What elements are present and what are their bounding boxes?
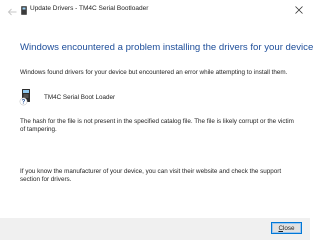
- window-close-button[interactable]: [290, 2, 308, 18]
- svg-text:?: ?: [22, 100, 26, 106]
- device-icon: [21, 6, 27, 15]
- dialog-footer: [0, 218, 310, 240]
- back-button[interactable]: [4, 4, 20, 20]
- device-warning-icon: ?: [19, 88, 33, 106]
- back-arrow-icon: [7, 8, 17, 16]
- close-button[interactable]: Close: [271, 222, 302, 234]
- hash-error-message: The hash for the file is not present in …: [20, 118, 300, 135]
- close-icon: [295, 6, 303, 14]
- window-title: Update Drivers - TM4C Serial Bootloader: [30, 5, 148, 12]
- close-button-label: lose: [283, 225, 295, 232]
- title-bar: Update Drivers - TM4C Serial Bootloader: [0, 0, 310, 22]
- error-description: Windows found drivers for your device bu…: [20, 69, 300, 77]
- support-message: If you know the manufacturer of your dev…: [20, 168, 300, 185]
- update-drivers-dialog: Update Drivers - TM4C Serial Bootloader …: [0, 0, 310, 240]
- device-name: TM4C Serial Boot Loader: [44, 94, 115, 101]
- error-heading: Windows encountered a problem installing…: [20, 42, 313, 53]
